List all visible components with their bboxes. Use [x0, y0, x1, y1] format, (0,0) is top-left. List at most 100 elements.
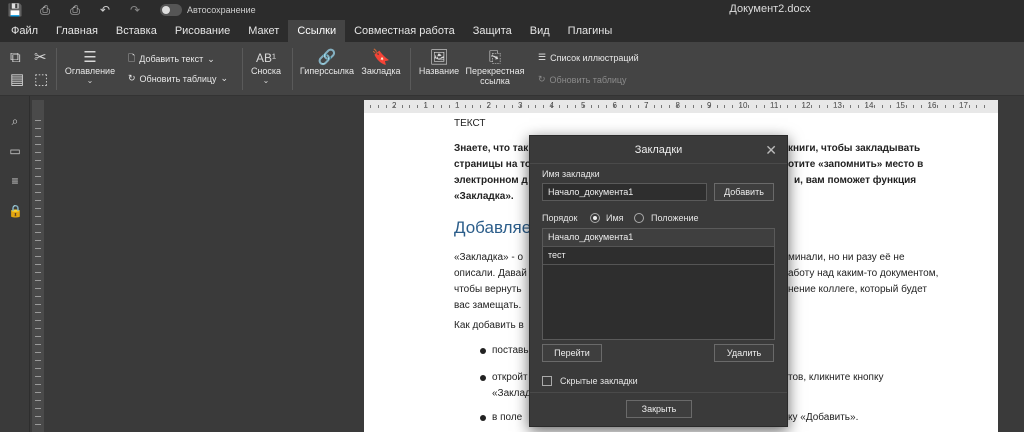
menu-insert[interactable]: Вставка [107, 20, 166, 42]
ruler-tick [645, 105, 647, 108]
ruler-tick [35, 120, 41, 121]
ruler-tick [35, 256, 41, 257]
bookmarks-list[interactable]: Начало_документа1 тест [542, 228, 775, 340]
ruler-tick [35, 416, 41, 417]
ruler-tick [881, 105, 883, 108]
document-title: Документ2.docx [729, 3, 811, 15]
left-sidebar: ⌕ ▭ ≡ 🔒 [0, 96, 30, 432]
toc-label: Оглавление [64, 66, 116, 76]
dialog-header[interactable]: Закладки ✕ [530, 136, 787, 164]
ruler-tick [35, 368, 41, 369]
ruler-tick [834, 105, 836, 108]
ruler-tick [984, 105, 986, 108]
ruler-tick [874, 105, 875, 108]
cut-icon[interactable]: ✂ [34, 50, 47, 66]
bullet-marker [480, 375, 486, 381]
bookmark-list-item[interactable]: Начало_документа1 [543, 229, 774, 247]
ruler-tick [700, 105, 702, 108]
toc-icon: ☰ [83, 49, 97, 66]
hyperlink-button[interactable]: 🔗 Гиперссылка [298, 50, 356, 77]
ruler-tick [716, 105, 718, 108]
crossref-button[interactable]: ⎘ Перекрестная ссылка [462, 50, 528, 87]
ruler-tick [35, 168, 41, 169]
ruler-tick [35, 424, 41, 425]
quick-print-icon[interactable]: ⎙ [60, 0, 90, 20]
menu-view[interactable]: Вид [521, 20, 559, 42]
sort-by-position-radio[interactable] [634, 213, 644, 223]
footnote-button[interactable]: AB¹ Сноска ⌄ [248, 50, 284, 86]
redo-icon[interactable]: ↷ [120, 0, 150, 20]
select-all-icon[interactable]: ⬚ [34, 72, 48, 88]
footnote-label: Сноска [250, 66, 282, 76]
ruler-tick [858, 105, 860, 108]
ruler-tick [35, 232, 41, 233]
chevron-down-icon: ⌄ [207, 53, 215, 64]
navigation-icon[interactable]: ≡ [8, 174, 22, 188]
sort-by-position-label[interactable]: Положение [651, 213, 699, 223]
ruler-tick [897, 105, 899, 108]
figures-list-button[interactable]: ☰ Список иллюстраций [538, 52, 639, 63]
ruler-tick [614, 105, 616, 108]
ruler-tick [692, 105, 694, 108]
ruler-tick [370, 105, 371, 108]
ruler-tick [503, 105, 505, 108]
footnote-icon: AB¹ [255, 51, 276, 65]
ruler-tick [35, 272, 41, 273]
menu-protection[interactable]: Защита [464, 20, 521, 42]
ruler-tick [732, 105, 734, 108]
ruler-tick [866, 105, 868, 108]
ruler-tick [35, 312, 41, 313]
close-icon[interactable]: ✕ [765, 142, 777, 159]
menu-home[interactable]: Главная [47, 20, 107, 42]
menu-file[interactable]: Файл [2, 20, 47, 42]
toc-button[interactable]: ☰ Оглавление ⌄ [62, 50, 118, 86]
list-icon: ☰ [538, 52, 547, 62]
chevron-down-icon: ⌄ [262, 76, 270, 85]
menu-collaboration[interactable]: Совместная работа [345, 20, 464, 42]
doc-paragraph-line: и, вам поможет функция [794, 175, 917, 186]
add-text-button[interactable]: 🗋 Добавить текст ⌄ [128, 51, 215, 67]
bookmark-name-input[interactable]: Начало_документа1 [542, 183, 707, 201]
copy-icon[interactable]: ⧉ [10, 50, 21, 66]
caption-button[interactable]: 🖼 Название [416, 50, 462, 77]
doc-paragraph-line: нение коллеге, который будет [788, 284, 927, 295]
search-icon[interactable]: ⌕ [8, 114, 22, 128]
update-table2-button[interactable]: ↻ Обновить таблицу [538, 74, 627, 85]
ruler-tick [622, 105, 623, 108]
save-icon[interactable]: 💾 [0, 0, 30, 20]
comments-icon[interactable]: ▭ [8, 144, 22, 158]
update-table-button[interactable]: ↻ Обновить таблицу ⌄ [128, 73, 228, 84]
lock-icon[interactable]: 🔒 [8, 204, 23, 218]
ruler-tick [677, 105, 679, 108]
autosave-label: Автосохранение [187, 5, 256, 15]
close-dialog-button[interactable]: Закрыть [626, 400, 692, 418]
figures-list-label: Список иллюстраций [550, 52, 639, 63]
bookmark-button[interactable]: 🔖 Закладка [358, 50, 404, 77]
menu-references[interactable]: Ссылки [288, 20, 346, 42]
ruler-tick [488, 105, 490, 108]
bullet-marker [480, 415, 486, 421]
sort-by-name-label[interactable]: Имя [606, 213, 624, 223]
sort-by-name-radio[interactable] [590, 213, 600, 223]
crossref-label-2: ссылка [480, 76, 510, 86]
hidden-bookmarks-label[interactable]: Скрытые закладки [560, 376, 638, 386]
add-bookmark-button[interactable]: Добавить [714, 183, 774, 201]
menu-layout[interactable]: Макет [239, 20, 288, 42]
toggle-switch[interactable] [160, 4, 182, 16]
menu-draw[interactable]: Рисование [166, 20, 239, 42]
ruler-tick [559, 105, 560, 108]
ruler-tick [582, 105, 584, 108]
print-icon[interactable]: ⎙ [30, 0, 60, 20]
delete-button[interactable]: Удалить [714, 344, 774, 362]
paste-icon[interactable]: ▤ [10, 72, 24, 88]
doc-list-item: ку «Добавить». [788, 412, 859, 423]
ruler-tick [35, 216, 41, 217]
undo-icon[interactable]: ↶ [90, 0, 120, 20]
ruler-tick [433, 105, 434, 108]
menu-plugins[interactable]: Плагины [559, 20, 622, 42]
autosave-toggle[interactable]: Автосохранение [160, 4, 256, 16]
hidden-bookmarks-checkbox[interactable] [542, 376, 552, 386]
bookmark-list-item[interactable]: тест [543, 247, 774, 265]
goto-button[interactable]: Перейти [542, 344, 602, 362]
ruler-tick [944, 105, 946, 108]
